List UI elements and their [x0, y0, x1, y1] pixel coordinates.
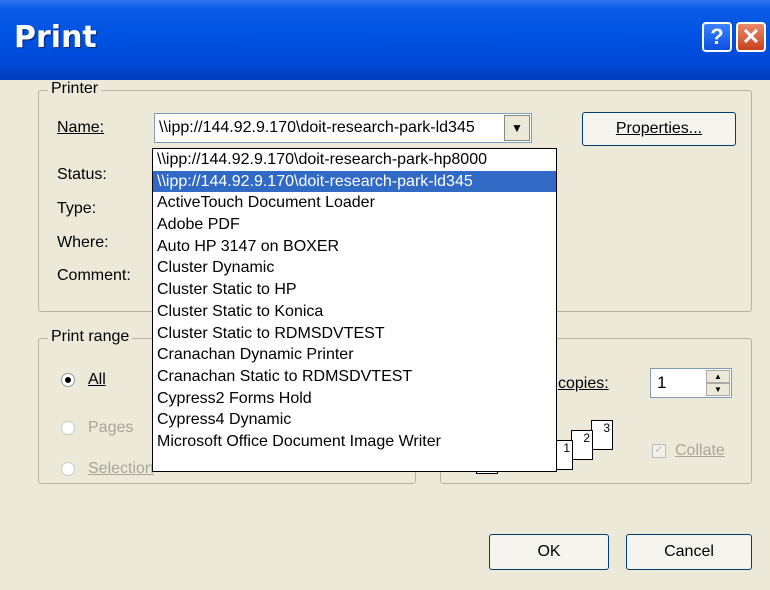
collate-checkbox[interactable]: ✓ [652, 444, 666, 458]
printer-group-label: Printer [48, 80, 102, 98]
where-label: Where: [57, 234, 109, 251]
printer-name-value: \\ipp://144.92.9.170\doit-research-park-… [159, 119, 475, 136]
copies-label: copies: [558, 375, 609, 392]
copies-input[interactable]: 1 ▲ ▼ [650, 368, 732, 398]
dropdown-item[interactable]: ActiveTouch Document Loader [153, 192, 556, 214]
print-range-label: Print range [48, 328, 133, 346]
dropdown-item[interactable]: Cranachan Dynamic Printer [153, 344, 556, 366]
spin-down-icon[interactable]: ▼ [706, 383, 730, 396]
close-button[interactable]: ✕ [736, 22, 766, 52]
close-icon: ✕ [741, 24, 761, 49]
properties-button[interactable]: Properties... [582, 112, 736, 146]
dropdown-item[interactable]: Auto HP 3147 on BOXER [153, 236, 556, 258]
dropdown-item[interactable]: Cypress2 Forms Hold [153, 388, 556, 410]
title-bar[interactable] [0, 0, 770, 80]
collated-pages-icon: 3 2 1 [551, 420, 631, 480]
dropdown-item[interactable]: Cluster Static to HP [153, 279, 556, 301]
all-label: All [88, 371, 106, 388]
comment-label: Comment: [57, 267, 131, 284]
ok-button[interactable]: OK [489, 534, 609, 570]
radio-selection[interactable] [61, 462, 75, 476]
selection-label: Selection [88, 460, 154, 477]
dropdown-arrow-icon[interactable]: ▼ [504, 115, 530, 141]
dropdown-item[interactable]: Adobe PDF [153, 214, 556, 236]
copies-value: 1 [657, 373, 667, 392]
dropdown-item[interactable]: \\ipp://144.92.9.170\doit-research-park-… [153, 149, 556, 171]
dropdown-item[interactable]: Cypress4 Dynamic [153, 409, 556, 431]
status-label: Status: [57, 166, 107, 183]
name-label: Name: [57, 119, 105, 136]
type-label: Type: [57, 200, 97, 217]
collate-label: Collate [675, 442, 725, 459]
window-title: Print [14, 20, 97, 55]
radio-pages[interactable] [61, 421, 75, 435]
pages-label: Pages [88, 419, 134, 436]
dropdown-item[interactable]: \\ipp://144.92.9.170\doit-research-park-… [153, 170, 556, 193]
radio-all[interactable] [61, 373, 75, 387]
dropdown-item[interactable]: Cluster Static to RDMSDVTEST [153, 323, 556, 345]
dropdown-item[interactable]: Cluster Static to Konica [153, 301, 556, 323]
help-icon: ? [710, 24, 724, 49]
printer-name-combo[interactable]: \\ipp://144.92.9.170\doit-research-park-… [154, 113, 532, 143]
dropdown-item[interactable]: Cranachan Static to RDMSDVTEST [153, 366, 556, 388]
printer-dropdown-list[interactable]: \\ipp://144.92.9.170\doit-research-park-… [152, 148, 557, 472]
spin-up-icon[interactable]: ▲ [706, 370, 730, 383]
dropdown-item[interactable]: Microsoft Office Document Image Writer [153, 431, 556, 453]
help-button[interactable]: ? [702, 22, 732, 52]
cancel-button[interactable]: Cancel [626, 534, 752, 570]
dropdown-item[interactable]: Cluster Dynamic [153, 257, 556, 279]
